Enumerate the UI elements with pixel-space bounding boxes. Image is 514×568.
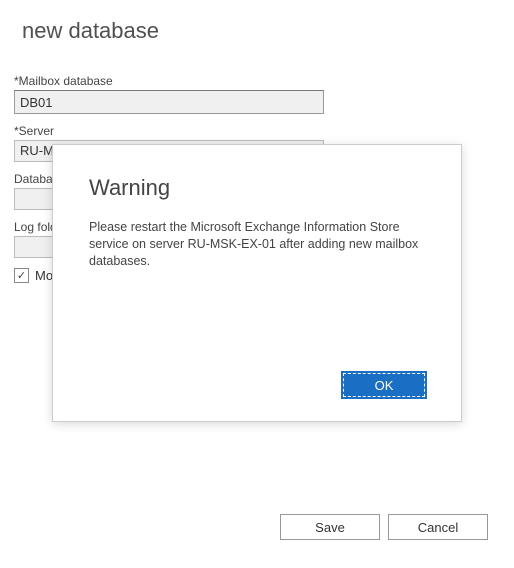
save-button[interactable]: Save	[280, 514, 380, 540]
mount-checkbox[interactable]: ✓	[14, 268, 29, 283]
ok-button[interactable]: OK	[343, 373, 425, 397]
server-label: *Server	[14, 124, 500, 138]
dialog-buttons: Save Cancel	[280, 514, 488, 540]
modal-message: Please restart the Microsoft Exchange In…	[89, 219, 425, 373]
mount-checkbox-label: Mo	[35, 268, 53, 283]
mailbox-database-label: *Mailbox database	[14, 74, 500, 88]
cancel-button[interactable]: Cancel	[388, 514, 488, 540]
mailbox-database-input[interactable]	[14, 90, 324, 114]
page-title: new database	[22, 18, 500, 44]
mailbox-database-field: *Mailbox database	[14, 74, 500, 114]
warning-modal: Warning Please restart the Microsoft Exc…	[52, 144, 462, 422]
modal-title: Warning	[89, 175, 425, 201]
